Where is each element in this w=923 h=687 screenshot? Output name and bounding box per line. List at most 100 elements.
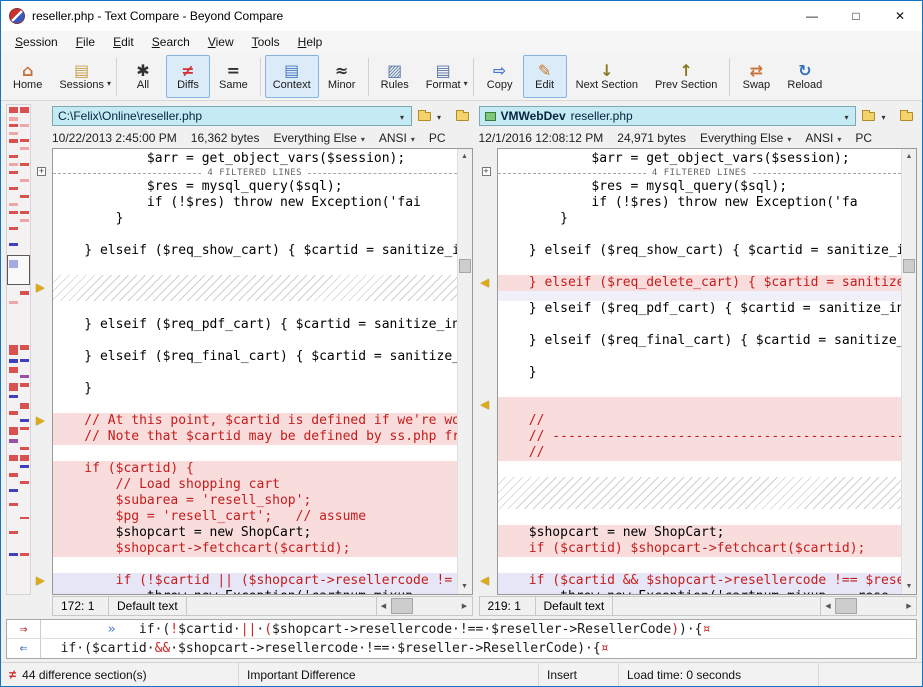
toolbar-same-button[interactable]: =Same: [211, 55, 256, 98]
filtered-lines-row[interactable]: 4 FILTERED LINES: [498, 167, 902, 179]
menu-session[interactable]: Session: [6, 32, 67, 52]
code-line[interactable]: $arr = get_object_vars($session);: [53, 151, 457, 167]
left-hscrollbar[interactable]: [376, 597, 472, 615]
code-line[interactable]: }: [53, 211, 457, 227]
copy-to-left-arrow-icon[interactable]: [481, 574, 489, 588]
menu-file[interactable]: File: [67, 32, 104, 52]
copy-to-left-arrow-icon[interactable]: [481, 276, 489, 290]
code-line[interactable]: [498, 227, 902, 243]
maximize-button[interactable]: □: [834, 1, 878, 31]
code-line[interactable]: if ($cartid) $shopcart->fetchcart($carti…: [498, 541, 902, 557]
toolbar-reload-button[interactable]: ↻Reload: [779, 55, 830, 98]
code-line[interactable]: // Note that $cartid may be defined by s…: [53, 429, 457, 445]
toolbar-prev-section-button[interactable]: ↑Prev Section: [647, 55, 725, 98]
right-vscrollbar[interactable]: [901, 149, 916, 594]
code-line[interactable]: [498, 381, 902, 397]
missing-lines-gap[interactable]: [53, 275, 457, 301]
code-line[interactable]: }: [498, 211, 902, 227]
scroll-up-icon[interactable]: [902, 149, 916, 164]
line-detail-row[interactable]: ⇐ if·($cartid·&&·$shopcart->resellercode…: [7, 639, 916, 658]
code-line[interactable]: } elseif ($req_show_cart) { $cartid = sa…: [498, 243, 902, 259]
code-line[interactable]: [498, 259, 902, 275]
diff-map[interactable]: [6, 104, 31, 595]
toolbar-edit-button[interactable]: ✎Edit: [523, 55, 567, 98]
code-line[interactable]: }: [498, 365, 902, 381]
right-path-dropdown-icon[interactable]: [840, 109, 853, 123]
code-line[interactable]: if ($cartid) {: [53, 461, 457, 477]
code-line[interactable]: // -------------------------------------…: [498, 429, 902, 445]
format-dropdown-icon[interactable]: [464, 73, 468, 91]
right-hscrollbar[interactable]: [820, 597, 916, 615]
code-line[interactable]: //: [498, 445, 902, 461]
scroll-up-icon[interactable]: [458, 149, 472, 164]
left-path-dropdown-icon[interactable]: [396, 109, 409, 123]
code-line[interactable]: throw new Exception('cartnum mixup: [53, 589, 457, 594]
toolbar-all-button[interactable]: ✱All: [121, 55, 165, 98]
copy-to-right-arrow-icon[interactable]: [36, 281, 44, 295]
scroll-left-icon[interactable]: [377, 597, 391, 615]
scroll-down-icon[interactable]: [458, 579, 472, 594]
left-vscrollbar[interactable]: [457, 149, 472, 594]
code-line[interactable]: [53, 365, 457, 381]
missing-lines-gap[interactable]: [498, 477, 902, 509]
code-line[interactable]: } elseif ($req_delete_cart) { $cartid = …: [498, 275, 902, 291]
scroll-right-icon[interactable]: [902, 597, 916, 615]
left-browse-button[interactable]: [414, 106, 450, 126]
menu-edit[interactable]: Edit: [104, 32, 143, 52]
code-line[interactable]: [53, 227, 457, 243]
code-line[interactable]: [498, 557, 902, 573]
code-line[interactable]: [498, 509, 902, 525]
scroll-thumb[interactable]: [835, 598, 857, 614]
code-line[interactable]: $res = mysql_query($sql);: [498, 179, 902, 195]
right-path-combo[interactable]: VMWebDevreseller.php: [479, 106, 857, 126]
code-line[interactable]: // Load shopping cart: [53, 477, 457, 493]
left-path-combo[interactable]: C:\Felix\Online\reseller.php: [52, 106, 412, 126]
menu-help[interactable]: Help: [289, 32, 332, 52]
code-line[interactable]: throw new Exception('cartnum mixup -- re…: [498, 589, 902, 594]
toolbar-context-button[interactable]: ▤Context: [265, 55, 319, 98]
code-line[interactable]: } elseif ($req_pdf_cart) { $cartid = san…: [498, 301, 902, 317]
code-line[interactable]: } elseif ($req_final_cart) { $cartid = s…: [498, 333, 902, 349]
scroll-thumb[interactable]: [391, 598, 413, 614]
toolbar-sessions-button[interactable]: ▤Sessions: [51, 55, 112, 98]
sessions-dropdown-icon[interactable]: [107, 73, 111, 91]
code-line[interactable]: }: [53, 381, 457, 397]
code-line[interactable]: // At this point, $cartid is defined if …: [53, 413, 457, 429]
line-detail-row[interactable]: ⇒ » if·(!$cartid·||·($shopcart->reseller…: [7, 620, 916, 639]
left-encoding-dropdown[interactable]: ANSI: [379, 131, 415, 145]
code-line[interactable]: } elseif ($req_final_cart) { $cartid = s…: [53, 349, 457, 365]
toolbar-diffs-button[interactable]: ≠Diffs: [166, 55, 210, 98]
right-browse-button[interactable]: [858, 106, 894, 126]
code-line[interactable]: $subarea = 'resell_shop';: [53, 493, 457, 509]
toolbar-minor-button[interactable]: ≈Minor: [320, 55, 364, 98]
left-code-editor[interactable]: $arr = get_object_vars($session);4 FILTE…: [53, 149, 457, 594]
close-button[interactable]: ✕: [878, 1, 922, 31]
expand-section-icon[interactable]: [482, 167, 491, 176]
toolbar-copy-button[interactable]: ⇨Copy: [478, 55, 522, 98]
toolbar-swap-button[interactable]: ⇄Swap: [734, 55, 778, 98]
code-line[interactable]: if (!$res) throw new Exception('fa: [498, 195, 902, 211]
code-line[interactable]: [53, 557, 457, 573]
filtered-lines-row[interactable]: 4 FILTERED LINES: [53, 167, 457, 179]
scroll-thumb[interactable]: [459, 259, 471, 273]
menu-tools[interactable]: Tools: [243, 32, 289, 52]
right-code-editor[interactable]: $arr = get_object_vars($session);4 FILTE…: [498, 149, 902, 594]
right-encoding-dropdown[interactable]: ANSI: [805, 131, 841, 145]
scroll-right-icon[interactable]: [458, 597, 472, 615]
code-line[interactable]: if (!$res) throw new Exception('fai: [53, 195, 457, 211]
code-line[interactable]: [498, 397, 902, 413]
scroll-left-icon[interactable]: [821, 597, 835, 615]
menu-search[interactable]: Search: [143, 32, 199, 52]
diff-map-viewport[interactable]: [7, 255, 30, 285]
code-line[interactable]: $res = mysql_query($sql);: [53, 179, 457, 195]
code-line[interactable]: } elseif ($req_show_cart) { $cartid = sa…: [53, 243, 457, 259]
right-ruleset-dropdown[interactable]: Everything Else: [700, 131, 791, 145]
code-line[interactable]: [498, 317, 902, 333]
menu-view[interactable]: View: [199, 32, 243, 52]
code-line[interactable]: [53, 397, 457, 413]
minimize-button[interactable]: —: [790, 1, 834, 31]
left-open-button[interactable]: [452, 106, 473, 126]
code-line[interactable]: [53, 445, 457, 461]
code-line[interactable]: $shopcart = new ShopCart;: [53, 525, 457, 541]
code-line[interactable]: if ($cartid && $shopcart->resellercode !…: [498, 573, 902, 589]
